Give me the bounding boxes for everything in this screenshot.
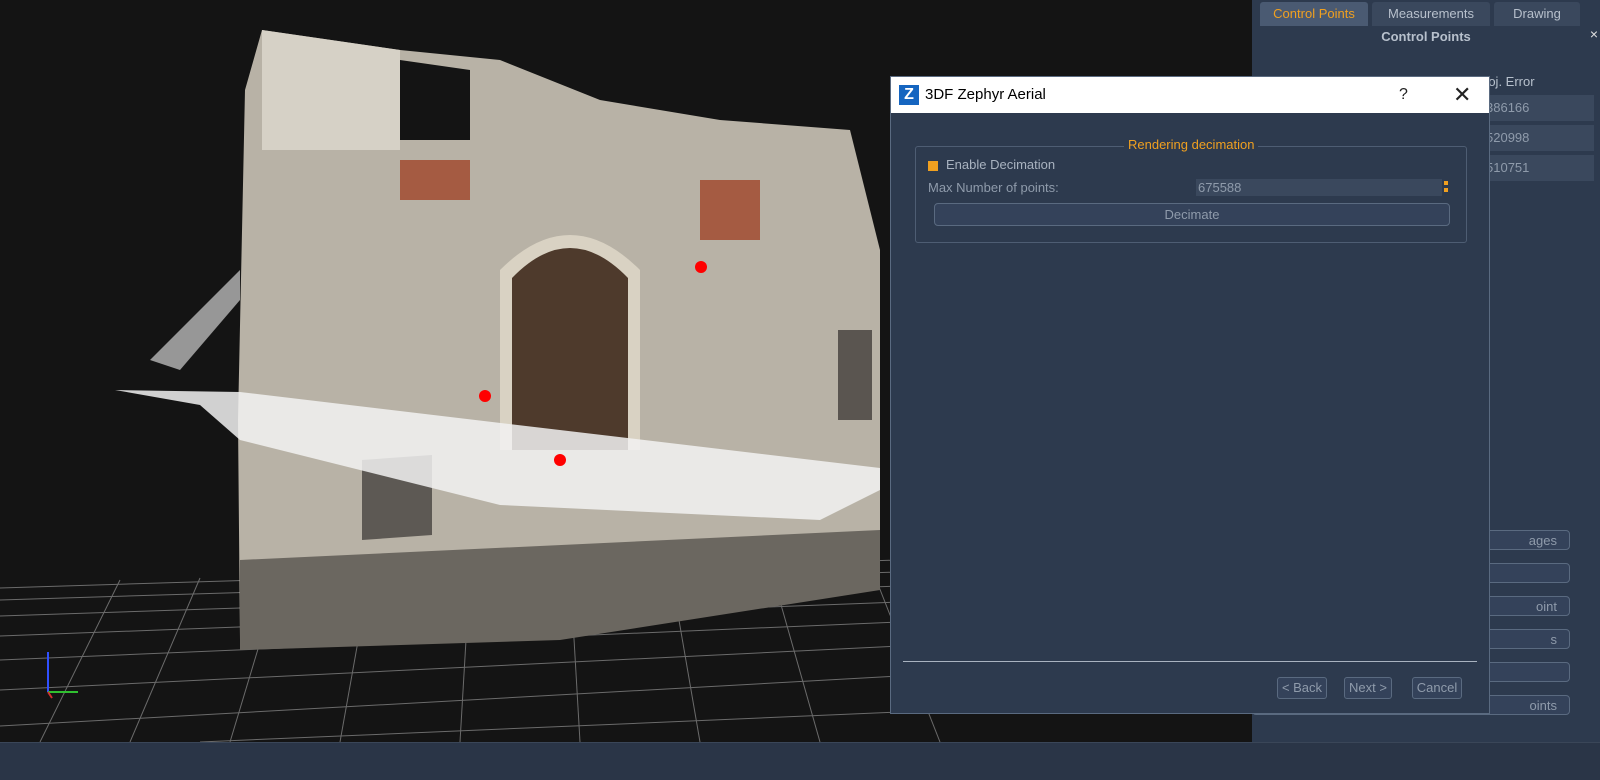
- enable-decimation-checkbox[interactable]: [928, 161, 938, 171]
- control-point-marker[interactable]: [695, 261, 707, 273]
- rendering-decimation-group: Rendering decimation Enable Decimation M…: [915, 137, 1467, 243]
- table-row[interactable]: 386166: [1484, 95, 1594, 122]
- tab-control-points[interactable]: Control Points: [1260, 2, 1368, 26]
- column-header-reproj-error[interactable]: roj. Error: [1484, 74, 1535, 89]
- reproj-error-value: 510751: [1486, 160, 1530, 175]
- status-bar: [0, 742, 1600, 780]
- divider: [903, 661, 1477, 662]
- next-button[interactable]: Next >: [1344, 677, 1392, 699]
- dialog-title: 3DF Zephyr Aerial: [925, 86, 1046, 103]
- table-row[interactable]: 520998: [1484, 125, 1594, 152]
- close-icon[interactable]: ✕: [1453, 77, 1471, 113]
- wooden-door: [512, 248, 628, 450]
- decimate-button[interactable]: Decimate: [934, 203, 1450, 226]
- dialog-titlebar[interactable]: Z 3DF Zephyr Aerial ? ✕: [891, 77, 1489, 113]
- tab-measurements[interactable]: Measurements: [1372, 2, 1490, 26]
- tab-drawing[interactable]: Drawing: [1494, 2, 1580, 26]
- max-points-label: Max Number of points:: [928, 180, 1059, 195]
- max-points-input[interactable]: [1196, 179, 1442, 196]
- panel-title: Control Points: [1381, 29, 1471, 44]
- spinbox-arrows-icon[interactable]: [1444, 181, 1448, 193]
- reproj-error-value: 386166: [1486, 100, 1530, 115]
- table-row[interactable]: 510751: [1484, 155, 1594, 182]
- close-icon[interactable]: ×: [1590, 26, 1598, 42]
- brick-patch: [700, 180, 760, 240]
- brick-patch: [400, 160, 470, 200]
- reproj-error-value: 520998: [1486, 130, 1530, 145]
- control-point-marker[interactable]: [554, 454, 566, 466]
- control-point-marker[interactable]: [479, 390, 491, 402]
- cancel-button[interactable]: Cancel: [1412, 677, 1462, 699]
- side-window: [838, 330, 872, 420]
- zephyr-logo-icon: Z: [899, 85, 919, 105]
- facade-upper-left: [262, 30, 400, 150]
- decimation-dialog: Z 3DF Zephyr Aerial ? ✕ Rendering decima…: [890, 76, 1490, 714]
- help-icon[interactable]: ?: [1399, 77, 1408, 113]
- enable-decimation-label[interactable]: Enable Decimation: [946, 157, 1055, 172]
- group-title: Rendering decimation: [1124, 137, 1259, 152]
- point-cloud-scatter: [150, 270, 240, 370]
- window-gap: [400, 60, 470, 140]
- back-button[interactable]: < Back: [1277, 677, 1327, 699]
